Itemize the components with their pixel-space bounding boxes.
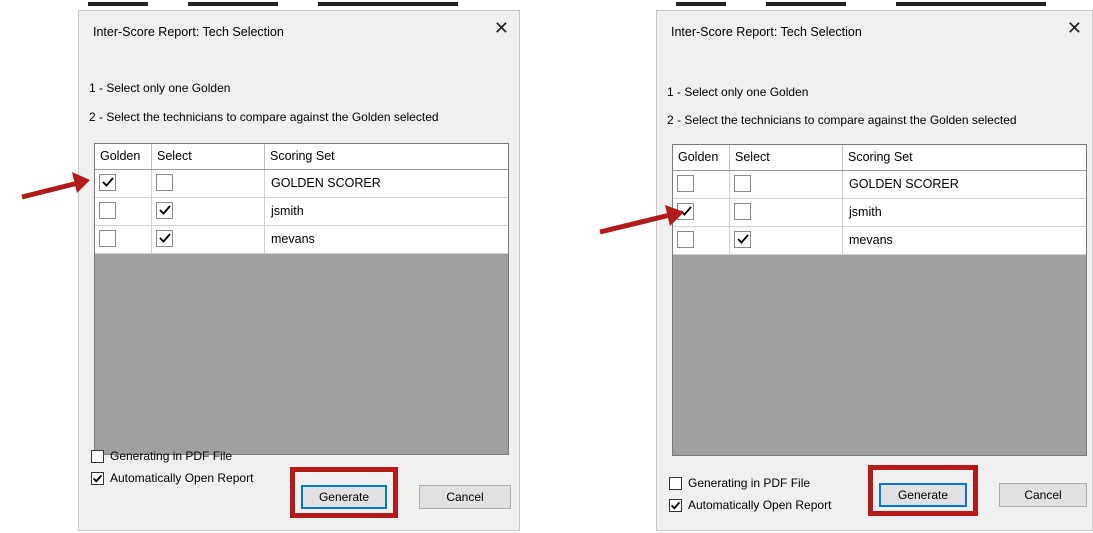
- golden-cell: [673, 171, 730, 198]
- cancel-button[interactable]: Cancel: [999, 483, 1087, 507]
- table-row: jsmith: [95, 198, 508, 226]
- checkmark-icon: [159, 233, 171, 243]
- red-arrow-annotation: [599, 205, 684, 235]
- instruction-1: 1 - Select only one Golden: [89, 81, 231, 95]
- checkmark-icon: [159, 205, 171, 215]
- scoring-set-name[interactable]: jsmith: [265, 198, 508, 225]
- select-checkbox[interactable]: [156, 202, 173, 219]
- column-golden[interactable]: Golden: [673, 145, 730, 170]
- pdf-checkbox-label: Generating in PDF File: [110, 449, 233, 463]
- instruction-1: 1 - Select only one Golden: [667, 85, 809, 99]
- instruction-2: 2 - Select the technicians to compare ag…: [667, 113, 1017, 127]
- close-icon[interactable]: ✕: [1067, 19, 1082, 37]
- checkmark-icon: [737, 234, 749, 244]
- checkmark-icon: [670, 501, 681, 510]
- golden-checkbox[interactable]: [99, 202, 116, 219]
- column-golden[interactable]: Golden: [95, 144, 152, 169]
- table-row: jsmith: [673, 199, 1086, 227]
- grid-header: Golden Select Scoring Set: [673, 145, 1086, 171]
- column-scoring-set[interactable]: Scoring Set: [843, 145, 1086, 170]
- auto-open-checkbox[interactable]: [91, 472, 104, 485]
- pdf-checkbox[interactable]: [669, 477, 682, 490]
- dialog-title: Inter-Score Report: Tech Selection: [93, 25, 284, 39]
- select-checkbox[interactable]: [734, 175, 751, 192]
- checkmark-icon: [92, 474, 103, 483]
- auto-open-checkbox[interactable]: [669, 499, 682, 512]
- golden-checkbox[interactable]: [677, 175, 694, 192]
- generate-highlight-box: [868, 465, 978, 516]
- grid-header: Golden Select Scoring Set: [95, 144, 508, 170]
- pdf-checkbox[interactable]: [91, 450, 104, 463]
- auto-open-checkbox-label: Automatically Open Report: [110, 471, 254, 485]
- table-row: mevans: [673, 227, 1086, 255]
- close-icon[interactable]: ✕: [494, 19, 509, 37]
- table-row: GOLDEN SCORER: [673, 171, 1086, 199]
- table-row: GOLDEN SCORER: [95, 170, 508, 198]
- select-checkbox[interactable]: [734, 203, 751, 220]
- cancel-button[interactable]: Cancel: [419, 485, 511, 509]
- tech-grid: Golden Select Scoring Set GOLDEN SCORER j…: [94, 143, 509, 455]
- scoring-set-name[interactable]: jsmith: [843, 199, 1086, 226]
- checkmark-icon: [102, 177, 114, 187]
- column-select[interactable]: Select: [730, 145, 843, 170]
- golden-checkbox[interactable]: [99, 230, 116, 247]
- column-select[interactable]: Select: [152, 144, 265, 169]
- generate-highlight-box: [290, 467, 398, 518]
- golden-checkbox[interactable]: [99, 174, 116, 191]
- golden-cell: [95, 170, 152, 197]
- scoring-set-name[interactable]: GOLDEN SCORER: [265, 170, 508, 197]
- pdf-checkbox-label: Generating in PDF File: [688, 476, 811, 490]
- golden-cell: [95, 198, 152, 225]
- instruction-2: 2 - Select the technicians to compare ag…: [89, 110, 439, 124]
- dialog-right: Inter-Score Report: Tech Selection ✕ 1 -…: [656, 10, 1093, 531]
- select-checkbox[interactable]: [734, 231, 751, 248]
- scoring-set-name[interactable]: GOLDEN SCORER: [843, 171, 1086, 198]
- background-strip: [656, 0, 1093, 8]
- select-cell: [730, 227, 843, 254]
- column-scoring-set[interactable]: Scoring Set: [265, 144, 508, 169]
- scoring-set-name[interactable]: mevans: [843, 227, 1086, 254]
- red-arrow-annotation: [21, 172, 90, 200]
- golden-cell: [95, 226, 152, 253]
- select-cell: [152, 170, 265, 197]
- select-checkbox[interactable]: [156, 174, 173, 191]
- background-strip: [78, 0, 518, 8]
- table-row: mevans: [95, 226, 508, 254]
- select-cell: [152, 198, 265, 225]
- select-checkbox[interactable]: [156, 230, 173, 247]
- select-cell: [730, 171, 843, 198]
- scoring-set-name[interactable]: mevans: [265, 226, 508, 253]
- select-cell: [730, 199, 843, 226]
- tech-grid: Golden Select Scoring Set GOLDEN SCORER j…: [672, 144, 1087, 456]
- select-cell: [152, 226, 265, 253]
- dialog-title: Inter-Score Report: Tech Selection: [671, 25, 862, 39]
- auto-open-checkbox-label: Automatically Open Report: [688, 498, 832, 512]
- dialog-left: Inter-Score Report: Tech Selection ✕ 1 -…: [78, 10, 520, 531]
